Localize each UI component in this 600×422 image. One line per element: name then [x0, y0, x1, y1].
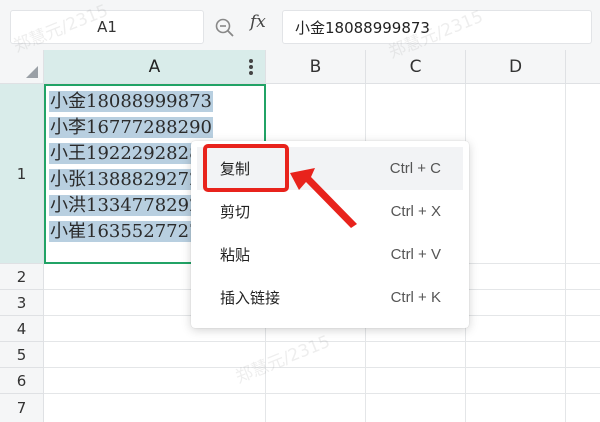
row-header-label: 5 [16, 345, 27, 364]
column-header-c[interactable]: C [366, 50, 466, 84]
column-header-e[interactable] [566, 50, 600, 84]
column-header-d[interactable]: D [466, 50, 566, 84]
row-header-4[interactable]: 4 [0, 316, 44, 342]
name-box[interactable]: A1 [10, 10, 204, 44]
formula-bar: A1 fx 小金18088999873 [0, 0, 600, 50]
column-header-label: D [508, 56, 523, 77]
menu-item-shortcut: Ctrl + X [390, 203, 441, 220]
menu-item-paste[interactable]: 粘贴 Ctrl + V [191, 233, 469, 276]
zoom-out-icon[interactable] [214, 17, 236, 39]
menu-item-shortcut: Ctrl + V [390, 246, 441, 263]
row-header-5[interactable]: 5 [0, 342, 44, 368]
formula-input[interactable]: 小金18088999873 [282, 10, 592, 44]
annotation-arrow-icon [290, 168, 357, 228]
annotation-highlight-box [203, 144, 289, 192]
row-header-7[interactable]: 7 [0, 394, 44, 422]
gridline [44, 341, 600, 342]
select-all-corner[interactable] [0, 50, 44, 84]
more-vertical-icon[interactable] [249, 59, 253, 75]
menu-item-label: 插入链接 [220, 289, 281, 307]
menu-item-shortcut: Ctrl + K [390, 289, 441, 306]
menu-item-shortcut: Ctrl + C [389, 160, 441, 177]
row-header-1[interactable]: 1 [0, 84, 44, 264]
cell-text-line: 小金18088999873 [49, 91, 213, 112]
cell-text-line: 小李16777288290 [49, 117, 213, 138]
fx-icon[interactable]: fx [250, 12, 266, 32]
menu-item-label: 粘贴 [220, 246, 251, 264]
row-header-3[interactable]: 3 [0, 290, 44, 316]
row-header-label: 2 [16, 267, 27, 286]
corner-triangle-icon [26, 66, 38, 78]
gridline [44, 367, 600, 368]
gridline [565, 84, 566, 422]
column-header-label: C [409, 56, 422, 77]
row-header-label: 6 [16, 371, 27, 390]
row-header-6[interactable]: 6 [0, 368, 44, 394]
row-header-2[interactable]: 2 [0, 264, 44, 290]
column-header-b[interactable]: B [266, 50, 366, 84]
gridline [44, 393, 600, 394]
row-header-label: 7 [16, 399, 27, 417]
column-header-label: B [309, 56, 322, 77]
column-header-a[interactable]: A [44, 50, 266, 84]
row-header-label: 3 [16, 293, 27, 312]
column-header-label: A [148, 56, 161, 77]
row-header-label: 1 [16, 164, 27, 183]
menu-item-insert-link[interactable]: 插入链接 Ctrl + K [191, 276, 469, 319]
row-header-label: 4 [16, 319, 27, 338]
